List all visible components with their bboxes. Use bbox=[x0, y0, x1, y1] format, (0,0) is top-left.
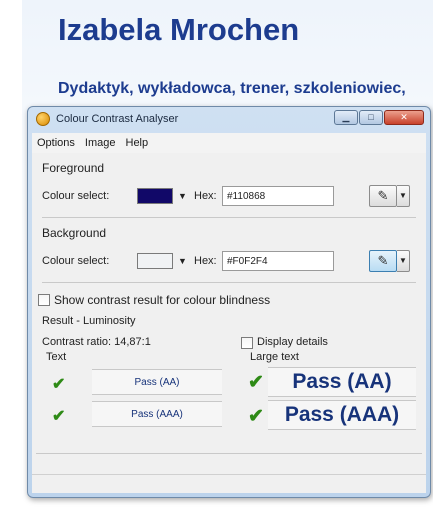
menu-options[interactable]: Options bbox=[32, 137, 80, 149]
divider bbox=[42, 282, 416, 283]
large-text-column-header: Large text bbox=[250, 351, 299, 363]
page-subheading: Dydaktyk, wykładowca, trener, szkoleniow… bbox=[58, 80, 406, 97]
background-colour-dropdown-arrow[interactable]: ▼ bbox=[178, 256, 187, 266]
foreground-colour-select-label: Colour select: bbox=[42, 190, 110, 202]
foreground-colour-swatch[interactable] bbox=[137, 188, 173, 204]
check-icon: ✔ bbox=[248, 406, 264, 427]
background-group-label: Background bbox=[42, 226, 107, 240]
contrast-ratio-text: Contrast ratio: 14,87:1 bbox=[42, 336, 151, 348]
background-hex-input[interactable] bbox=[222, 251, 334, 271]
check-icon: ✔ bbox=[248, 372, 264, 393]
window-titlebar[interactable]: Colour Contrast Analyser ▁ □ ✕ bbox=[28, 107, 430, 131]
foreground-hex-label: Hex: bbox=[194, 190, 217, 202]
background-hex-label: Hex: bbox=[194, 255, 217, 267]
background-eyedropper-button[interactable]: ✎ bbox=[369, 250, 397, 272]
result-section-label: Result - Luminosity bbox=[42, 315, 136, 327]
eyedropper-icon: ✎ bbox=[377, 188, 389, 203]
colour-contrast-analyser-icon bbox=[36, 112, 50, 126]
menu-image[interactable]: Image bbox=[80, 137, 121, 149]
show-colour-blindness-checkbox[interactable] bbox=[38, 294, 50, 306]
window-controls: ▁ □ ✕ bbox=[334, 110, 424, 125]
display-details-label: Display details bbox=[257, 336, 328, 348]
text-column-header: Text bbox=[46, 351, 67, 363]
eyedropper-icon: ✎ bbox=[377, 253, 389, 268]
background-eyedropper-dropdown[interactable]: ▼ bbox=[397, 250, 410, 272]
foreground-eyedropper-button[interactable]: ✎ bbox=[369, 185, 397, 207]
menu-bar: Options Image Help bbox=[32, 133, 426, 154]
show-colour-blindness-label: Show contrast result for colour blindnes… bbox=[54, 293, 271, 307]
foreground-hex-input[interactable] bbox=[222, 186, 334, 206]
window-title: Colour Contrast Analyser bbox=[56, 113, 179, 125]
background-colour-swatch[interactable] bbox=[137, 253, 173, 269]
large-text-aaa-result: Pass (AAA) bbox=[268, 400, 416, 430]
check-icon: ✔ bbox=[52, 376, 66, 393]
maximize-button[interactable]: □ bbox=[359, 110, 383, 125]
page-heading: Izabela Mrochen bbox=[58, 12, 300, 47]
close-button[interactable]: ✕ bbox=[384, 110, 424, 125]
check-icon: ✔ bbox=[52, 408, 66, 425]
status-bar bbox=[32, 474, 426, 493]
display-details-checkbox[interactable] bbox=[241, 337, 253, 349]
minimize-button[interactable]: ▁ bbox=[334, 110, 358, 125]
foreground-group-label: Foreground bbox=[42, 161, 105, 175]
text-aaa-result: Pass (AAA) bbox=[92, 401, 222, 427]
window-client-area: Foreground Colour select: ▼ Hex: ✎ ▼ Bac… bbox=[32, 153, 426, 493]
text-aa-result: Pass (AA) bbox=[92, 369, 222, 395]
background-colour-select-label: Colour select: bbox=[42, 255, 110, 267]
foreground-colour-dropdown-arrow[interactable]: ▼ bbox=[178, 191, 187, 201]
divider bbox=[36, 453, 422, 454]
menu-help[interactable]: Help bbox=[121, 137, 154, 149]
large-text-aa-result: Pass (AA) bbox=[268, 367, 416, 397]
divider bbox=[42, 217, 416, 218]
foreground-eyedropper-dropdown[interactable]: ▼ bbox=[397, 185, 410, 207]
colour-contrast-analyser-window: Colour Contrast Analyser ▁ □ ✕ Options I… bbox=[27, 106, 431, 498]
